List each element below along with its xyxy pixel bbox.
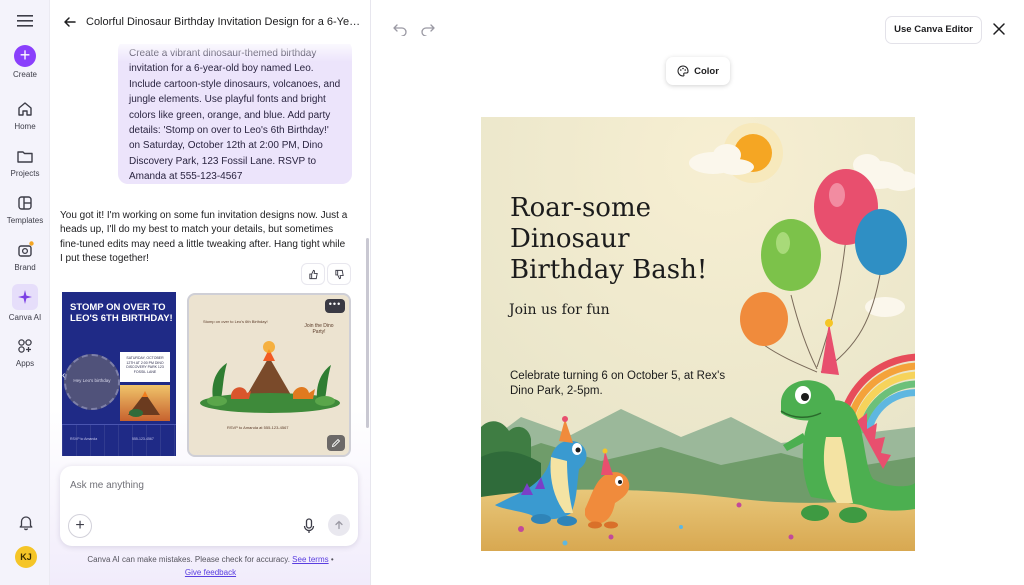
send-button[interactable] bbox=[328, 514, 350, 536]
thumbs-down-icon bbox=[334, 269, 344, 279]
sidebar-item-brand[interactable]: Brand bbox=[0, 240, 50, 272]
microphone-icon[interactable] bbox=[302, 517, 316, 535]
sidebar-item-label: Apps bbox=[15, 359, 35, 368]
chat-scrollbar[interactable] bbox=[366, 238, 369, 428]
sidebar-item-label: Templates bbox=[6, 216, 44, 225]
brand-icon bbox=[18, 241, 34, 257]
sidebar-item-home[interactable]: Home bbox=[0, 99, 50, 131]
thumb1-details-card: SATURDAY, OCTOBER 12TH AT 2:00 PM DINO D… bbox=[120, 352, 170, 382]
close-icon[interactable] bbox=[992, 22, 1006, 36]
redo-icon[interactable] bbox=[420, 22, 436, 36]
thumbs-down-button[interactable] bbox=[328, 264, 350, 284]
home-icon bbox=[18, 102, 32, 116]
thumbs-up-icon bbox=[308, 269, 318, 279]
design-option-2[interactable]: Stomp on over to Leo's 6th Birthday! Joi… bbox=[187, 293, 351, 457]
sidebar-item-label: Home bbox=[14, 122, 36, 131]
disclaimer: Canva AI can make mistakes. Please check… bbox=[50, 553, 370, 579]
color-label: Color bbox=[694, 65, 719, 77]
sidebar-item-label: Projects bbox=[10, 169, 40, 178]
apps-icon bbox=[18, 339, 32, 353]
design-option-1[interactable]: Stomp on over to Leo's 6th Birthday! Hey… bbox=[62, 292, 176, 456]
thumb2-rsvp: RSVP to Amanda at 555-123-4567 bbox=[227, 425, 289, 430]
disclaimer-text: Canva AI can make mistakes. Please check… bbox=[87, 555, 290, 564]
sidebar-item-label: Create bbox=[12, 70, 37, 79]
bell-icon[interactable] bbox=[17, 513, 35, 531]
plus-icon: + bbox=[14, 45, 36, 67]
invitation-details: Celebrate turning 6 on October 5, at Rex… bbox=[510, 370, 726, 397]
sidebar-item-label: Brand bbox=[14, 263, 36, 272]
use-canva-editor-button[interactable]: Use Canva Editor bbox=[886, 17, 981, 43]
folder-icon bbox=[17, 151, 33, 163]
pencil-icon bbox=[331, 438, 341, 448]
color-button[interactable]: Color bbox=[666, 57, 730, 85]
thumb2-jungle-illustration bbox=[200, 341, 340, 413]
ai-reply-text: You got it! I'm working on some fun invi… bbox=[60, 210, 348, 265]
left-rail: + Create Home Projects Templates Brand C… bbox=[0, 0, 50, 585]
thumb1-dino-photo bbox=[120, 385, 170, 421]
invitation-title: Roar-some Dinosaur Birthday Bash! bbox=[510, 193, 708, 285]
add-attachment-button[interactable]: + bbox=[68, 514, 92, 538]
thumb1-footer-right: 555-123-4567 bbox=[132, 437, 154, 441]
see-terms-link[interactable]: See terms bbox=[292, 555, 328, 564]
sidebar-item-label: Canva AI bbox=[8, 313, 42, 322]
design-canvas[interactable]: Roar-some Dinosaur Birthday Bash! Join u… bbox=[481, 117, 915, 551]
ask-box: + bbox=[60, 466, 358, 546]
sidebar-item-canva-ai[interactable]: Canva AI bbox=[0, 284, 50, 322]
back-arrow-icon[interactable] bbox=[62, 14, 78, 30]
chat-title: Colorful Dinosaur Birthday Invitation De… bbox=[86, 16, 361, 28]
sidebar-item-apps[interactable]: Apps bbox=[0, 336, 50, 368]
user-prompt-text: Create a vibrant dinosaur-themed birthda… bbox=[129, 48, 341, 183]
sidebar-item-templates[interactable]: Templates bbox=[0, 193, 50, 225]
avatar[interactable]: KJ bbox=[15, 546, 37, 568]
chat-panel: Colorful Dinosaur Birthday Invitation De… bbox=[50, 0, 371, 585]
menu-icon[interactable] bbox=[16, 14, 34, 28]
ask-input[interactable] bbox=[70, 476, 340, 494]
undo-icon[interactable] bbox=[392, 22, 408, 36]
sidebar-item-projects[interactable]: Projects bbox=[0, 146, 50, 178]
chat-header: Colorful Dinosaur Birthday Invitation De… bbox=[50, 0, 370, 44]
palette-icon bbox=[677, 65, 689, 77]
chevron-left-icon[interactable]: ‹ bbox=[62, 370, 74, 384]
arrow-up-icon bbox=[335, 520, 343, 530]
thumbs-up-button[interactable] bbox=[302, 264, 324, 284]
give-feedback-link[interactable]: Give feedback bbox=[185, 568, 236, 577]
edit-button[interactable] bbox=[327, 435, 345, 451]
invitation-subtitle: Join us for fun bbox=[509, 302, 610, 318]
thumb1-title: Stomp on over to Leo's 6th Birthday! bbox=[70, 302, 173, 324]
more-options-button[interactable]: ••• bbox=[325, 299, 345, 313]
templates-icon bbox=[18, 196, 32, 210]
invitation-illustration bbox=[481, 117, 915, 551]
bullet-separator: • bbox=[330, 555, 334, 564]
sidebar-item-create[interactable]: + Create bbox=[0, 45, 50, 79]
thumb2-heading: Stomp on over to Leo's 6th Birthday! bbox=[203, 319, 268, 324]
app-window: + Create Home Projects Templates Brand C… bbox=[0, 0, 1024, 585]
thumb1-footer-left: RSVP to Amanda bbox=[70, 437, 98, 441]
sparkle-icon bbox=[12, 284, 38, 310]
